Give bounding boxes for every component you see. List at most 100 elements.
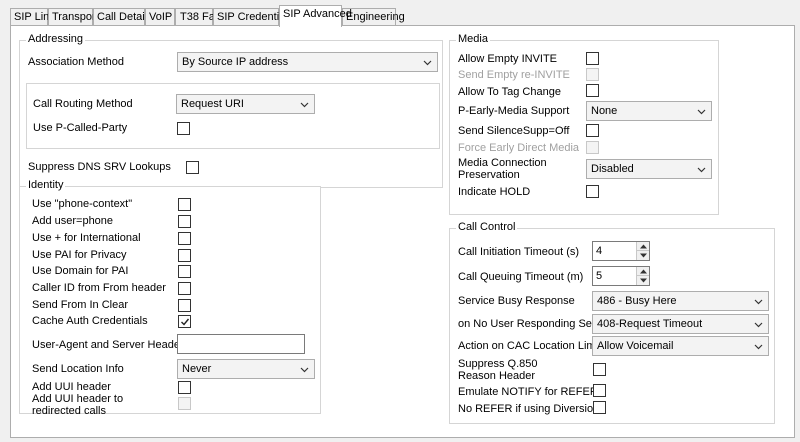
cac-limit-label: Action on CAC Location Limit	[458, 340, 602, 352]
media-conn-pres-label: Media Connection Preservation	[458, 157, 547, 181]
tab-call-details[interactable]: Call Details	[93, 8, 153, 26]
allow-empty-invite-label: Allow Empty INVITE	[458, 53, 558, 65]
user-agent-input[interactable]	[177, 334, 305, 354]
chevron-down-icon	[423, 60, 432, 66]
service-busy-select[interactable]: 486 - Busy Here	[592, 291, 769, 311]
send-empty-reinvite-checkbox[interactable]	[586, 68, 599, 81]
suppress-q850-label: Suppress Q.850 Reason Header	[458, 358, 538, 382]
association-method-select[interactable]: By Source IP address	[177, 52, 438, 72]
use-phone-context-label: Use "phone-context"	[32, 198, 133, 210]
chevron-down-icon	[300, 367, 309, 373]
send-empty-reinvite-label: Send Empty re-INVITE	[458, 69, 570, 81]
call-control-title: Call Control	[456, 221, 518, 233]
use-plus-international-label: Use + for International	[32, 232, 141, 244]
service-busy-label: Service Busy Response	[458, 295, 575, 307]
add-user-phone-label: Add user=phone	[32, 215, 114, 227]
service-busy-value: 486 - Busy Here	[597, 295, 677, 307]
use-pai-privacy-checkbox[interactable]	[178, 249, 191, 262]
no-refer-label: No REFER if using Diversion	[458, 403, 600, 415]
use-pai-privacy-label: Use PAI for Privacy	[32, 249, 127, 261]
media-conn-pres-select[interactable]: Disabled	[586, 159, 712, 179]
caller-id-from-checkbox[interactable]	[178, 282, 191, 295]
chevron-down-icon	[754, 344, 763, 350]
suppress-dns-label: Suppress DNS SRV Lookups	[28, 161, 171, 173]
emulate-notify-checkbox[interactable]	[593, 384, 606, 397]
media-group: Media Allow Empty INVITE Send Empty re-I…	[449, 33, 719, 215]
use-plus-international-checkbox[interactable]	[178, 232, 191, 245]
no-user-resp-select[interactable]: 408-Request Timeout	[592, 314, 769, 334]
media-conn-pres-value: Disabled	[591, 163, 634, 175]
add-user-phone-checkbox[interactable]	[178, 215, 191, 228]
call-routing-method-select[interactable]: Request URI	[176, 94, 315, 114]
call-routing-box: Call Routing Method Request URI Use P-Ca…	[26, 83, 440, 149]
cache-auth-checkbox[interactable]	[178, 315, 191, 328]
arrow-up-icon	[640, 269, 647, 274]
media-title: Media	[456, 33, 490, 45]
p-early-media-value: None	[591, 105, 618, 117]
checkmark-icon	[181, 318, 190, 326]
force-early-direct-checkbox[interactable]	[586, 141, 599, 154]
arrow-down-icon	[640, 253, 647, 258]
spin-up-button[interactable]	[637, 267, 649, 276]
call-routing-method-value: Request URI	[181, 98, 244, 110]
addressing-title: Addressing	[26, 33, 86, 45]
no-user-resp-label: on No User Responding Send	[458, 318, 605, 330]
call-init-timeout-label: Call Initiation Timeout (s)	[458, 246, 580, 258]
indicate-hold-checkbox[interactable]	[586, 185, 599, 198]
no-refer-checkbox[interactable]	[593, 401, 606, 414]
spinner-buttons	[636, 242, 649, 260]
send-location-value: Never	[182, 363, 212, 375]
tab-transport[interactable]: Transport	[48, 8, 99, 26]
tab-voip[interactable]: VoIP	[145, 8, 175, 26]
call-queue-timeout-label: Call Queuing Timeout (m)	[458, 271, 584, 283]
allow-empty-invite-checkbox[interactable]	[586, 52, 599, 65]
send-silencesupp-checkbox[interactable]	[586, 124, 599, 137]
tab-sip-credentials[interactable]: SIP Credentials	[213, 8, 293, 26]
identity-title: Identity	[26, 179, 66, 191]
call-control-group: Call Control Call Initiation Timeout (s)…	[449, 221, 775, 424]
arrow-down-icon	[640, 278, 647, 283]
chevron-down-icon	[754, 299, 763, 305]
use-p-called-party-checkbox[interactable]	[177, 122, 190, 135]
chevron-down-icon	[300, 102, 309, 108]
tab-sip-line[interactable]: SIP Line	[10, 8, 55, 26]
spin-up-button[interactable]	[637, 242, 649, 251]
call-init-timeout-spinner[interactable]: 4	[592, 241, 650, 261]
send-from-clear-label: Send From In Clear	[32, 299, 128, 311]
allow-to-tag-label: Allow To Tag Change	[458, 86, 561, 98]
spinner-buttons	[636, 267, 649, 285]
call-queue-timeout-spinner[interactable]: 5	[592, 266, 650, 286]
send-location-select[interactable]: Never	[177, 359, 315, 379]
tab-t38-fax[interactable]: T38 Fax	[175, 8, 220, 26]
p-early-media-select[interactable]: None	[586, 101, 712, 121]
chevron-down-icon	[697, 109, 706, 115]
call-routing-method-label: Call Routing Method	[33, 98, 133, 110]
add-uui-redirected-checkbox[interactable]	[178, 397, 191, 410]
force-early-direct-label: Force Early Direct Media	[458, 142, 580, 154]
chevron-down-icon	[697, 167, 706, 173]
suppress-q850-checkbox[interactable]	[593, 363, 606, 376]
identity-group: Identity Use "phone-context" Add user=ph…	[19, 179, 321, 417]
cac-limit-value: Allow Voicemail	[597, 340, 674, 352]
use-domain-pai-checkbox[interactable]	[178, 265, 191, 278]
cache-auth-label: Cache Auth Credentials	[32, 315, 148, 327]
tab-sip-advanced[interactable]: SIP Advanced	[279, 5, 352, 27]
association-method-label: Association Method	[28, 56, 124, 68]
arrow-up-icon	[640, 244, 647, 249]
user-agent-label: User-Agent and Server Headers	[32, 339, 190, 351]
send-from-clear-checkbox[interactable]	[178, 299, 191, 312]
add-uui-checkbox[interactable]	[178, 381, 191, 394]
spin-down-button[interactable]	[637, 251, 649, 260]
indicate-hold-label: Indicate HOLD	[458, 186, 531, 198]
emulate-notify-label: Emulate NOTIFY for REFER	[458, 386, 598, 398]
add-uui-redirected-label: Add UUI header to redirected calls	[32, 393, 124, 417]
add-uui-label: Add UUI header	[32, 381, 111, 393]
spin-down-button[interactable]	[637, 276, 649, 285]
cac-limit-select[interactable]: Allow Voicemail	[592, 336, 769, 356]
use-phone-context-checkbox[interactable]	[178, 198, 191, 211]
call-queue-timeout-value: 5	[596, 270, 603, 282]
suppress-dns-checkbox[interactable]	[186, 161, 199, 174]
allow-to-tag-checkbox[interactable]	[586, 84, 599, 97]
caller-id-from-label: Caller ID from From header	[32, 282, 166, 294]
addressing-group: Addressing Association Method By Source …	[19, 33, 443, 188]
